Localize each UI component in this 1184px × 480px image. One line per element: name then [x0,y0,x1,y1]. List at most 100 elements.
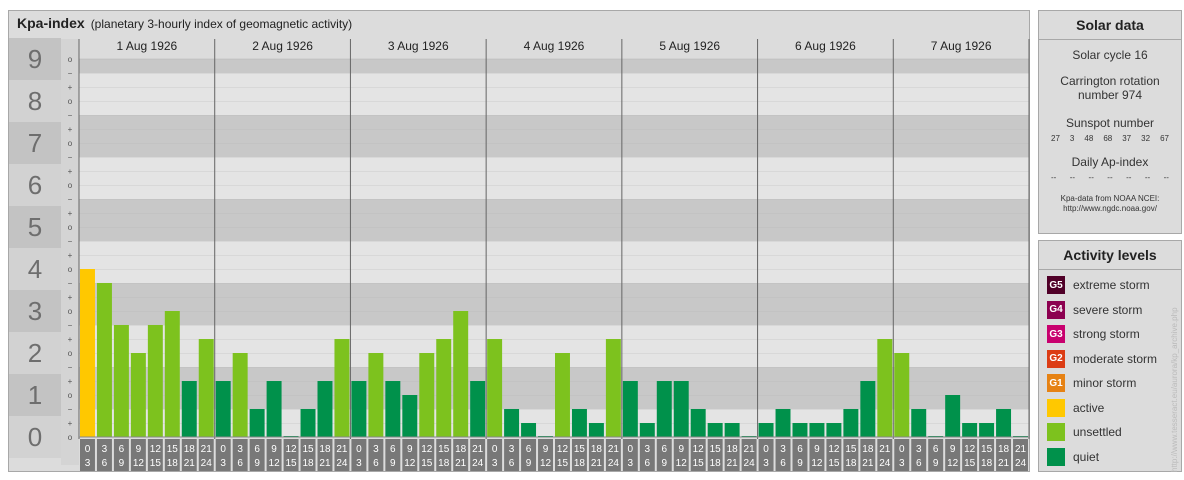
interval-end-label: 9 [119,458,125,469]
sunspot-value: 37 [1122,134,1132,143]
kp-bar [419,353,435,437]
interval-start-label: 0 [628,444,634,455]
kp-bar [181,381,197,437]
interval-start-label: 9 [271,444,277,455]
kp-bar [232,353,248,437]
legend-label: extreme storm [1073,278,1150,292]
sunspot-value: 68 [1103,134,1113,143]
interval-end-label: 24 [336,458,348,469]
kp-bar [860,381,876,437]
legend-swatch [1047,423,1065,441]
interval-end-label: 15 [421,458,433,469]
kp-bar [826,423,842,437]
sunspot-value: 27 [1051,134,1060,143]
interval-start-label: 0 [763,444,769,455]
solar-cycle: Solar cycle 16 [1072,48,1148,62]
legend-item: quiet [1047,447,1099,467]
activity-levels-title: Activity levels [1039,241,1181,270]
carrington-number: number 974 [1077,88,1143,102]
interval-start-label: 3 [373,444,379,455]
y-minor-label: − [68,279,73,288]
sunspot-values: 27 3 48 68 37 32 67 [1039,134,1181,143]
ap-value: -- [1051,173,1057,182]
y-minor-label: − [68,69,73,78]
plot-band [79,255,1029,269]
sunspot-value: 3 [1069,134,1075,143]
activity-levels-panel: Activity levels G5 extreme storm G4 severe … [1038,240,1182,472]
kp-bar [843,408,859,437]
plot-band [79,283,1029,297]
interval-end-label: 6 [916,458,922,469]
kp-bar [758,423,774,437]
solar-data-title: Solar data [1039,11,1181,40]
legend-swatch: G2 [1047,349,1065,368]
y-tick-label: 5 [28,212,42,242]
interval-start-label: 12 [421,444,433,455]
interval-start-label: 21 [336,444,348,455]
interval-end-label: 9 [526,458,532,469]
y-tick-label: 2 [28,338,42,368]
kp-bar [96,282,112,437]
legend-item: G2 moderate storm [1047,349,1157,369]
day-label: 3 Aug 1926 [388,39,449,53]
kp-bar [113,324,129,437]
interval-start-label: 3 [916,444,922,455]
interval-start-label: 3 [645,444,651,455]
interval-end-label: 12 [676,458,688,469]
interval-end-label: 18 [302,458,314,469]
ap-value: -- [1088,173,1094,182]
ap-value: -- [1107,173,1113,182]
interval-start-label: 3 [102,444,108,455]
interval-start-label: 15 [302,444,314,455]
interval-start-label: 0 [356,444,362,455]
kp-bar [436,339,452,437]
interval-start-label: 18 [591,444,603,455]
data-credit: Kpa-data from NOAA NCEI: [1060,194,1160,203]
y-minor-label: o [68,307,73,316]
kp-bar [792,423,808,437]
interval-start-label: 3 [509,444,515,455]
legend-label: active [1073,400,1105,415]
kp-bar [402,395,418,437]
legend-swatch: G3 [1047,325,1065,343]
interval-end-label: 12 [540,458,552,469]
interval-start-label: 6 [254,444,260,455]
legend-swatch: G5 [1047,276,1065,294]
interval-end-label: 3 [763,458,769,469]
y-minor-label: o [68,433,73,442]
interval-end-label: 3 [628,458,634,469]
interval-end-label: 3 [85,458,91,469]
interval-end-label: 6 [645,458,651,469]
kp-bar [521,423,537,437]
kp-bar [707,423,723,437]
legend-item: G3 strong storm [1047,324,1140,344]
interval-start-label: 9 [407,444,413,455]
interval-end-label: 18 [574,458,586,469]
interval-end-label: 24 [608,458,620,469]
interval-end-label: 3 [899,458,905,469]
interval-start-label: 21 [608,444,620,455]
interval-start-label: 6 [119,444,125,455]
kp-bar [622,381,638,437]
interval-start-label: 15 [574,444,586,455]
kp-chart-panel: Kpa-index (planetary 3-hourly index of ge… [8,10,1030,472]
interval-start-label: 0 [492,444,498,455]
legend-item: active [1047,398,1104,418]
kp-bar [809,423,825,437]
interval-end-label: 12 [133,458,145,469]
kp-bar [300,408,316,437]
day-label: 1 Aug 1926 [116,39,177,53]
y-minor-label: + [68,335,73,344]
y-minor-label: − [68,237,73,246]
kp-bar [249,408,265,437]
carrington-label: Carrington rotation [1060,74,1160,88]
kp-bar [334,339,350,437]
interval-start-label: 21 [472,444,484,455]
y-minor-label: o [68,97,73,106]
interval-start-label: 21 [201,444,213,455]
interval-end-label: 24 [744,458,756,469]
kp-bar [656,381,672,437]
y-minor-label: − [68,363,73,372]
interval-start-label: 6 [390,444,396,455]
legend-item: unsettled [1047,422,1122,442]
